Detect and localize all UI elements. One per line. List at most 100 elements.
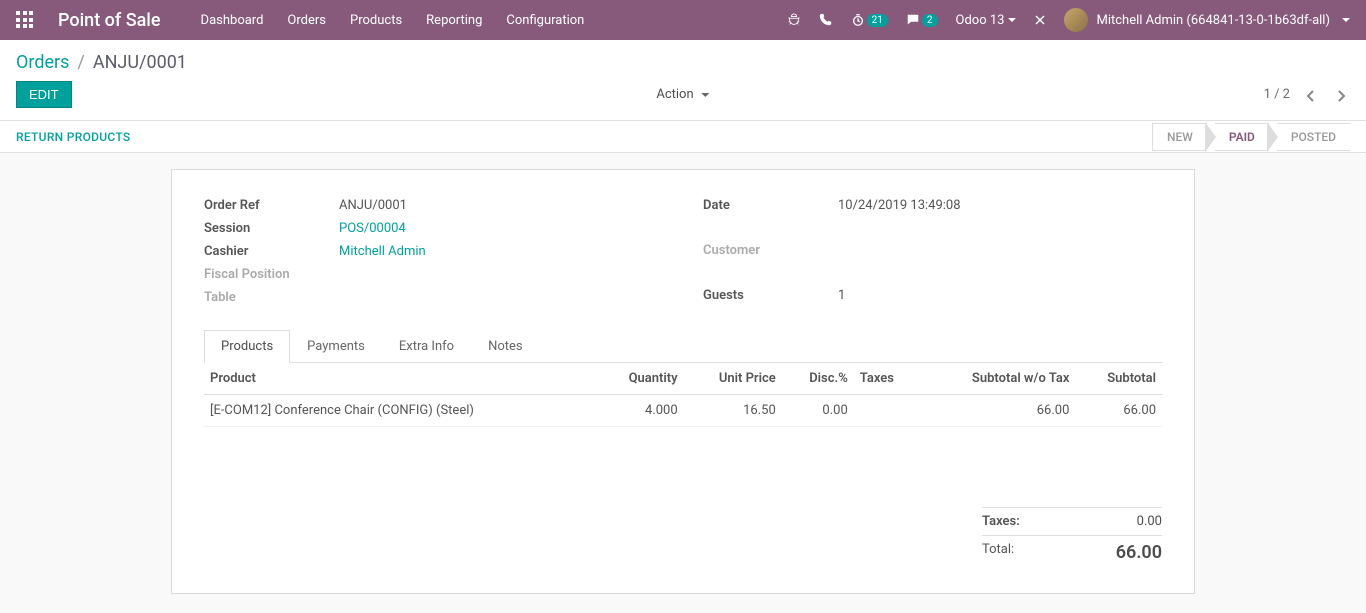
nav-configuration[interactable]: Configuration (506, 13, 584, 28)
timer-icon[interactable]: 21 (851, 13, 888, 27)
value-session[interactable]: POS/00004 (339, 221, 663, 236)
button-row: EDIT Action 1 / 2 (0, 77, 1366, 120)
th-subtotal: Subtotal (1075, 363, 1162, 395)
tabs: Products Payments Extra Info Notes (204, 329, 1162, 363)
cell-disc: 0.00 (782, 395, 854, 427)
breadcrumb-sep: / (77, 52, 84, 73)
status-new[interactable]: NEW (1152, 123, 1207, 151)
tab-payments[interactable]: Payments (290, 330, 382, 363)
cell-taxes (854, 395, 920, 427)
action-label: Action (656, 87, 693, 102)
totals-taxes-label: Taxes: (982, 514, 1044, 529)
label-customer: Customer (703, 243, 838, 258)
cell-product: [E-COM12] Conference Chair (CONFIG) (Ste… (204, 395, 597, 427)
order-table: Product Quantity Unit Price Disc.% Taxes… (204, 363, 1162, 427)
label-order-ref: Order Ref (204, 198, 339, 213)
status-posted[interactable]: POSTED (1277, 123, 1350, 151)
label-date: Date (703, 198, 838, 213)
nav-dashboard[interactable]: Dashboard (201, 13, 264, 28)
totals-taxes-row: Taxes: 0.00 (982, 507, 1162, 535)
db-label: Odoo 13 (956, 13, 1005, 28)
user-label: Mitchell Admin (664841-13-0-1b63df-all) (1096, 13, 1330, 28)
totals: Taxes: 0.00 Total: 66.00 (204, 507, 1162, 569)
user-menu[interactable]: Mitchell Admin (664841-13-0-1b63df-all) (1064, 8, 1350, 32)
bug-icon[interactable] (787, 13, 801, 27)
table-header-row: Product Quantity Unit Price Disc.% Taxes… (204, 363, 1162, 395)
nav-menu: Dashboard Orders Products Reporting Conf… (201, 13, 585, 28)
breadcrumb-root[interactable]: Orders (16, 52, 69, 73)
apps-icon[interactable] (16, 11, 34, 29)
value-date: 10/24/2019 13:49:08 (838, 198, 1162, 213)
label-cashier: Cashier (204, 244, 339, 259)
pager: 1 / 2 (1264, 85, 1350, 104)
pager-next[interactable] (1332, 85, 1350, 104)
caret-down-icon (1342, 18, 1350, 22)
cell-subtotal-wo: 66.00 (920, 395, 1076, 427)
value-cashier[interactable]: Mitchell Admin (339, 244, 663, 259)
caret-down-icon (1008, 18, 1016, 22)
cell-unit-price: 16.50 (684, 395, 782, 427)
close-icon[interactable] (1034, 14, 1046, 26)
status-paid[interactable]: PAID (1215, 123, 1269, 151)
control-panel: Orders / ANJU/0001 EDIT Action 1 / 2 RET… (0, 40, 1366, 153)
field-fiscal-position: Fiscal Position (204, 263, 663, 286)
breadcrumb-current: ANJU/0001 (93, 52, 187, 73)
navbar-left: Point of Sale Dashboard Orders Products … (16, 10, 584, 31)
th-quantity: Quantity (597, 363, 684, 395)
avatar (1064, 8, 1088, 32)
value-guests: 1 (838, 288, 1162, 303)
status-arrow (1206, 123, 1216, 151)
action-dropdown[interactable]: Action (656, 87, 709, 102)
pager-label: 1 / 2 (1264, 87, 1290, 102)
cell-quantity: 4.000 (597, 395, 684, 427)
breadcrumb-row: Orders / ANJU/0001 (0, 40, 1366, 77)
timer-badge: 21 (867, 14, 888, 27)
field-guests: Guests 1 (703, 284, 1162, 307)
totals-total-row: Total: 66.00 (982, 535, 1162, 569)
table-row[interactable]: [E-COM12] Conference Chair (CONFIG) (Ste… (204, 395, 1162, 427)
return-products-button[interactable]: RETURN PRODUCTS (16, 130, 130, 144)
th-taxes: Taxes (854, 363, 920, 395)
th-product: Product (204, 363, 597, 395)
chat-badge: 2 (922, 14, 938, 27)
label-fiscal-position: Fiscal Position (204, 267, 339, 282)
form-grid: Order Ref ANJU/0001 Session POS/00004 Ca… (204, 194, 1162, 309)
totals-total-label: Total: (982, 542, 1038, 563)
nav-products[interactable]: Products (350, 13, 402, 28)
tab-extra-info[interactable]: Extra Info (382, 330, 471, 363)
status-row: RETURN PRODUCTS NEW PAID POSTED (0, 120, 1366, 152)
value-order-ref: ANJU/0001 (339, 198, 663, 213)
field-cashier: Cashier Mitchell Admin (204, 240, 663, 263)
brand-title[interactable]: Point of Sale (58, 10, 161, 31)
nav-reporting[interactable]: Reporting (426, 13, 482, 28)
totals-total-value: 66.00 (1102, 542, 1162, 563)
status-arrow (1268, 123, 1278, 151)
breadcrumb: Orders / ANJU/0001 (16, 52, 187, 73)
field-table: Table (204, 286, 663, 309)
form-col-left: Order Ref ANJU/0001 Session POS/00004 Ca… (204, 194, 663, 309)
phone-icon[interactable] (819, 13, 833, 27)
th-unit-price: Unit Price (684, 363, 782, 395)
cell-subtotal: 66.00 (1075, 395, 1162, 427)
form-sheet: Order Ref ANJU/0001 Session POS/00004 Ca… (171, 169, 1195, 594)
totals-taxes-value: 0.00 (1102, 514, 1162, 529)
field-session: Session POS/00004 (204, 217, 663, 240)
db-selector[interactable]: Odoo 13 (956, 13, 1017, 28)
pager-prev[interactable] (1302, 85, 1320, 104)
nav-orders[interactable]: Orders (287, 13, 326, 28)
th-subtotal-wo: Subtotal w/o Tax (920, 363, 1076, 395)
label-session: Session (204, 221, 339, 236)
field-date: Date 10/24/2019 13:49:08 (703, 194, 1162, 217)
chat-icon[interactable]: 2 (906, 13, 938, 27)
navbar: Point of Sale Dashboard Orders Products … (0, 0, 1366, 40)
totals-table: Taxes: 0.00 Total: 66.00 (982, 507, 1162, 569)
th-disc: Disc.% (782, 363, 854, 395)
tab-notes[interactable]: Notes (471, 330, 540, 363)
edit-button[interactable]: EDIT (16, 81, 72, 108)
caret-down-icon (702, 93, 710, 97)
status-bar: NEW PAID POSTED (1152, 123, 1350, 151)
field-order-ref: Order Ref ANJU/0001 (204, 194, 663, 217)
label-table: Table (204, 290, 339, 305)
tab-products[interactable]: Products (204, 330, 290, 363)
form-col-right: Date 10/24/2019 13:49:08 Customer Guests… (703, 194, 1162, 309)
